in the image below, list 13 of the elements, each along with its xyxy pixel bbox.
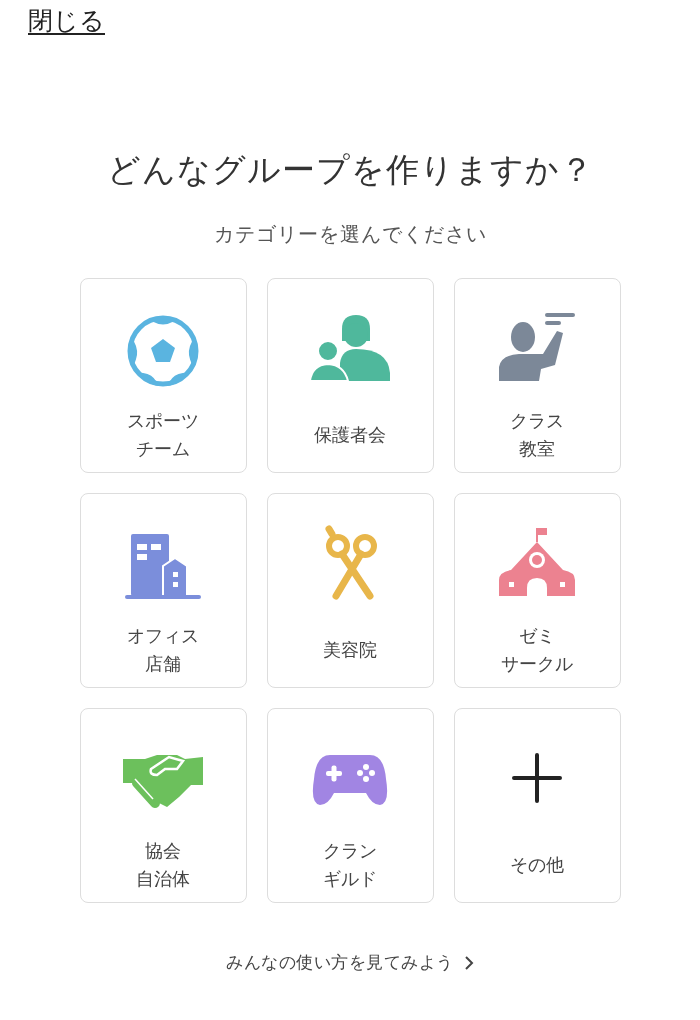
- category-tile[interactable]: クラン ギルド: [266, 708, 434, 903]
- category-tile[interactable]: スポーツ チーム: [79, 278, 247, 473]
- category-tile[interactable]: その他: [453, 708, 621, 903]
- page-subtitle: カテゴリーを選んでください: [213, 221, 487, 248]
- category-tile[interactable]: オフィス 店舗: [79, 493, 247, 688]
- page-title: どんなグループを作りますか？: [106, 149, 594, 191]
- category-tile[interactable]: 協会 自治体: [79, 708, 247, 903]
- category-tile[interactable]: ゼミ サークル: [453, 493, 621, 688]
- category-tile[interactable]: 保護者会: [266, 278, 434, 473]
- chevron-right-icon: [463, 955, 474, 970]
- category-tile[interactable]: クラス 教室: [453, 278, 621, 473]
- category-tile[interactable]: 美容院: [266, 493, 434, 688]
- close-link[interactable]: 閉じる: [28, 6, 105, 35]
